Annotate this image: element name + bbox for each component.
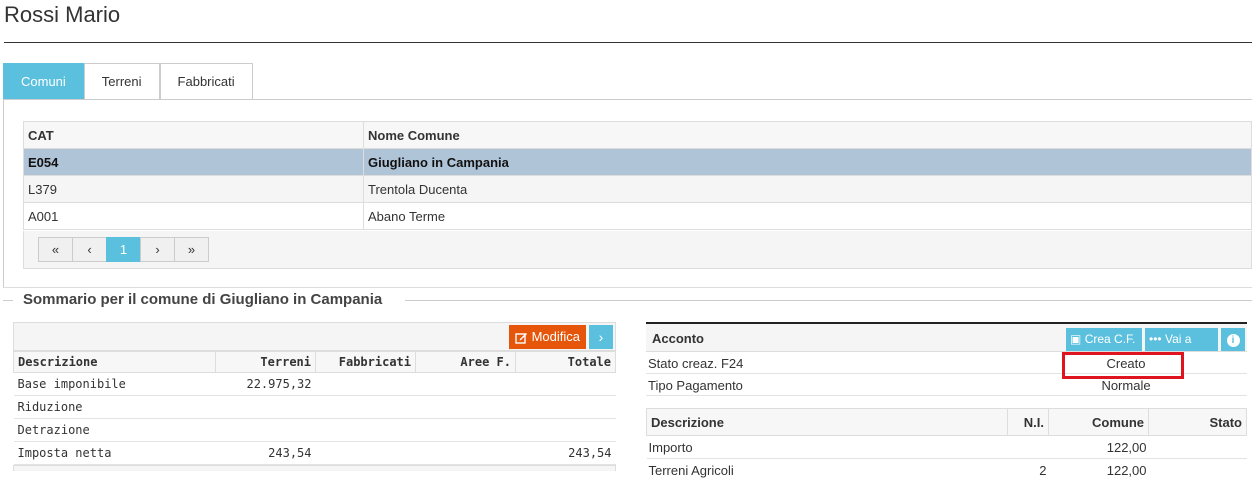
stato-label: Stato creaz. F24 xyxy=(648,356,744,371)
column-header-totale: Totale xyxy=(515,351,616,373)
cell xyxy=(215,418,316,442)
edit-icon xyxy=(514,332,527,344)
tab-divider xyxy=(3,99,1252,100)
vai-cf-button[interactable]: ••• Vai a C.F. xyxy=(1145,328,1218,369)
summary-panel: Modifica › Descrizione Terreni Fabbricat… xyxy=(13,322,616,471)
tipo-label: Tipo Pagamento xyxy=(648,378,743,393)
column-header-comune: Comune xyxy=(1048,408,1149,436)
cell: 243,54 xyxy=(515,441,616,465)
cell xyxy=(1148,458,1247,479)
title-divider xyxy=(4,42,1252,43)
highlight-box xyxy=(1062,352,1184,379)
tab-comuni[interactable]: Comuni xyxy=(3,63,84,100)
cell xyxy=(315,441,416,465)
column-header-fabbricati: Fabbricati xyxy=(315,351,416,373)
panel-border-bottom xyxy=(3,287,1252,288)
cell: 2 xyxy=(1007,458,1049,479)
table-row[interactable]: L379 Trentola Ducenta xyxy=(23,175,1252,203)
cell: Terreni Agricoli xyxy=(646,458,1008,479)
tipo-value: Normale xyxy=(1101,378,1151,393)
cell-nome: Abano Terme xyxy=(363,202,1252,230)
acconto-header: Acconto ▣ Crea C.F. ••• Vai a C.F. i xyxy=(646,322,1247,369)
last-page-button[interactable]: » xyxy=(174,237,209,262)
cell xyxy=(415,418,516,442)
column-header-ni: N.I. xyxy=(1007,408,1049,436)
info-icon: i xyxy=(1226,334,1240,347)
pagination: « ‹ 1 › » xyxy=(38,237,209,262)
page-title: Rossi Mario xyxy=(4,2,121,27)
cell: 243,54 xyxy=(215,441,316,465)
cell xyxy=(1007,435,1049,459)
table-row: Riduzione xyxy=(13,395,616,419)
fieldset-border xyxy=(3,300,13,301)
column-header-stato: Stato xyxy=(1148,408,1247,436)
cell xyxy=(415,395,516,419)
cell xyxy=(515,418,616,442)
tab-terreni[interactable]: Terreni xyxy=(83,63,160,100)
cell xyxy=(515,395,616,419)
acconto-title: Acconto xyxy=(652,331,704,346)
summary-toolbar: Modifica › xyxy=(13,322,616,351)
column-header-descrizione: Descrizione xyxy=(13,351,216,373)
cell: 22.975,32 xyxy=(215,372,316,396)
cell: 122,00 xyxy=(1048,458,1149,479)
acconto-table: Descrizione N.I. Comune Stato Importo 12… xyxy=(646,408,1247,479)
cell xyxy=(315,395,416,419)
table-row[interactable]: A001 Abano Terme xyxy=(23,202,1252,230)
cell: Importo xyxy=(646,435,1008,459)
chevron-right-icon: › xyxy=(598,329,604,345)
first-page-button[interactable]: « xyxy=(38,237,73,262)
table-row: Detrazione xyxy=(13,418,616,442)
cell: 122,00 xyxy=(1048,435,1149,459)
table-row: Imposta netta 243,54 243,54 xyxy=(13,441,616,465)
column-header-aree: Aree F. xyxy=(415,351,516,373)
cell: Riduzione xyxy=(13,395,216,419)
cell xyxy=(215,395,316,419)
crea-cf-button[interactable]: ▣ Crea C.F. xyxy=(1066,328,1142,351)
column-header-nome-comune[interactable]: Nome Comune xyxy=(363,121,1252,149)
cell-cat: A001 xyxy=(23,202,364,230)
table-row[interactable]: E054 Giugliano in Campania xyxy=(23,148,1252,176)
table-header-row: CAT Nome Comune xyxy=(23,121,1252,149)
cell-cat: L379 xyxy=(23,175,364,203)
summary-table: Descrizione Terreni Fabbricati Aree F. T… xyxy=(13,351,616,465)
fieldset-border xyxy=(405,300,1252,301)
panel-border xyxy=(3,99,4,287)
next-page-button[interactable]: › xyxy=(140,237,175,262)
ellipsis-icon: ••• xyxy=(1149,332,1162,346)
modifica-button[interactable]: Modifica xyxy=(508,325,586,349)
cell xyxy=(315,418,416,442)
cell: Imposta netta xyxy=(13,441,216,465)
crea-cf-label: Crea C.F. xyxy=(1084,332,1136,346)
cell xyxy=(415,372,516,396)
info-button[interactable]: i xyxy=(1221,328,1245,351)
column-header-cat[interactable]: CAT xyxy=(23,121,364,149)
cell xyxy=(315,372,416,396)
cell xyxy=(1148,435,1247,459)
table-row: Terreni Agricoli 2 122,00 xyxy=(646,458,1247,479)
column-header-descrizione: Descrizione xyxy=(646,408,1008,436)
chevron-right-button[interactable]: › xyxy=(589,325,613,349)
table-header-row: Descrizione Terreni Fabbricati Aree F. T… xyxy=(13,351,616,373)
money-icon: ▣ xyxy=(1070,332,1082,346)
table-row: Importo 122,00 xyxy=(646,435,1247,459)
cell xyxy=(515,372,616,396)
cell: Base imponibile xyxy=(13,372,216,396)
tab-bar: Comuni Terreni Fabbricati xyxy=(3,63,253,100)
cell-nome: Trentola Ducenta xyxy=(363,175,1252,203)
cell-nome: Giugliano in Campania xyxy=(363,148,1252,176)
column-header-terreni: Terreni xyxy=(215,351,316,373)
modifica-label: Modifica xyxy=(531,329,580,344)
summary-footer xyxy=(13,465,616,471)
tab-fabbricati[interactable]: Fabbricati xyxy=(159,63,253,100)
table-row: Base imponibile 22.975,32 xyxy=(13,372,616,396)
prev-page-button[interactable]: ‹ xyxy=(72,237,107,262)
cell xyxy=(415,441,516,465)
cell-cat: E054 xyxy=(23,148,364,176)
table-header-row: Descrizione N.I. Comune Stato xyxy=(646,408,1247,436)
page-1-button[interactable]: 1 xyxy=(106,237,141,262)
summary-legend: Sommario per il comune di Giugliano in C… xyxy=(23,291,383,308)
cell: Detrazione xyxy=(13,418,216,442)
comuni-table: CAT Nome Comune E054 Giugliano in Campan… xyxy=(23,121,1252,230)
